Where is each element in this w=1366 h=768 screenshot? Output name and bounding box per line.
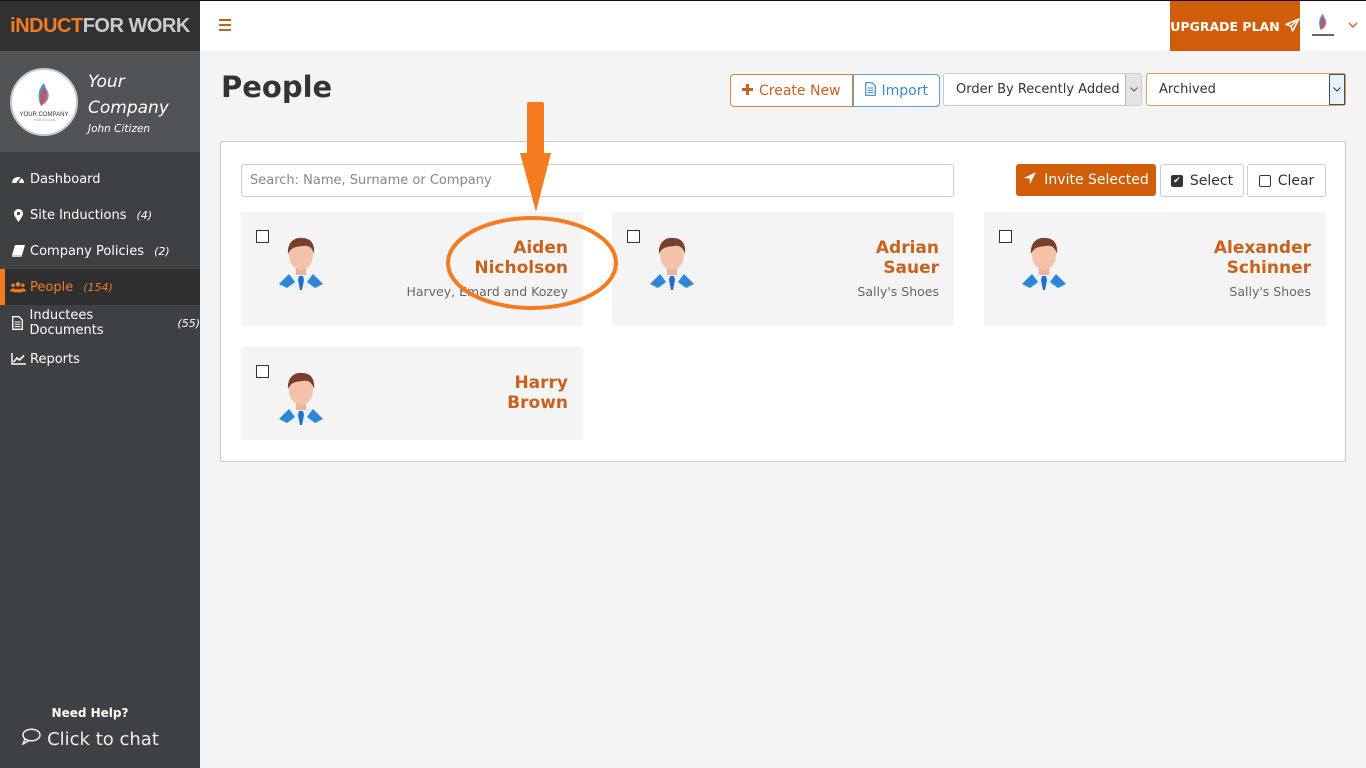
document-icon xyxy=(864,81,876,100)
import-button[interactable]: Import xyxy=(852,74,940,107)
person-checkbox[interactable] xyxy=(999,230,1012,243)
help-title: Need Help? xyxy=(51,706,129,720)
brand-part1: iNDUCT xyxy=(10,14,83,37)
person-card[interactable]: Aiden Nicholson Harvey, Emard and Kozey xyxy=(241,212,583,326)
people-panel: Invite Selected ✔ Select Clear Aiden Nic… xyxy=(220,141,1346,462)
person-last-name: Nicholson xyxy=(474,258,568,278)
person-name[interactable]: Alexander Schinner xyxy=(1111,238,1311,278)
chevron-down-icon xyxy=(1125,74,1141,105)
users-icon xyxy=(10,281,26,293)
chat-link[interactable]: Click to chat xyxy=(0,728,200,750)
person-card[interactable]: Harry Brown xyxy=(241,347,583,440)
sidebar-item-count: (154) xyxy=(83,280,113,294)
sidebar-item-label: Dashboard xyxy=(30,171,101,187)
person-checkbox[interactable] xyxy=(256,230,269,243)
person-avatar-icon xyxy=(646,234,698,290)
checked-checkbox-icon: ✔ xyxy=(1170,174,1183,187)
clear-selection-button[interactable]: Clear xyxy=(1247,164,1326,197)
map-marker-icon xyxy=(10,208,26,222)
person-name[interactable]: Adrian Sauer xyxy=(739,238,939,278)
person-checkbox[interactable] xyxy=(627,230,640,243)
select-all-button[interactable]: ✔ Select xyxy=(1160,164,1244,197)
invite-selected-label: Invite Selected xyxy=(1044,172,1149,188)
page-title: People xyxy=(221,70,333,104)
company-name-line1: Your xyxy=(88,71,125,92)
dashboard-icon xyxy=(10,173,26,185)
account-avatar[interactable] xyxy=(1310,13,1336,39)
sidebar-item-count: (55) xyxy=(177,316,200,330)
company-logo-mark-icon xyxy=(1319,13,1327,31)
create-new-button[interactable]: Create New xyxy=(730,74,853,107)
clear-label: Clear xyxy=(1277,172,1315,189)
sidebar-item-reports[interactable]: Reports xyxy=(0,341,200,377)
person-first-name: Adrian xyxy=(875,238,939,258)
account-chevron-down-icon[interactable] xyxy=(1348,18,1358,31)
person-first-name: Alexander xyxy=(1213,238,1311,258)
book-icon xyxy=(10,245,26,257)
person-last-name: Brown xyxy=(507,393,568,413)
topbar: UPGRADE PLAN xyxy=(200,0,1366,51)
sidebar: iNDUCTFOR WORK YOUR COMPANY YOUR SLOGAN … xyxy=(0,0,200,768)
sidebar-item-label: Company Policies xyxy=(30,243,145,259)
company-logo-slogan: YOUR SLOGAN xyxy=(33,117,55,122)
sidebar-item-site-inductions[interactable]: Site Inductions (4) xyxy=(0,197,200,233)
create-import-group: Create New Import xyxy=(730,74,940,107)
sidebar-item-company-policies[interactable]: Company Policies (2) xyxy=(0,233,200,269)
sidebar-item-dashboard[interactable]: Dashboard xyxy=(0,161,200,197)
person-first-name: Aiden xyxy=(513,238,568,258)
person-avatar-icon xyxy=(275,234,327,290)
sidebar-item-count: (4) xyxy=(136,208,153,222)
invite-selected-button[interactable]: Invite Selected xyxy=(1016,164,1156,196)
brand-part2: FOR WORK xyxy=(82,14,191,37)
person-checkbox[interactable] xyxy=(256,365,269,378)
order-by-value: Order By Recently Added xyxy=(956,82,1120,97)
status-filter-select[interactable]: Archived xyxy=(1146,73,1346,106)
chevron-down-icon xyxy=(1329,74,1345,105)
company-profile: YOUR COMPANY YOUR SLOGAN Your Company Jo… xyxy=(0,51,200,152)
upgrade-plan-button[interactable]: UPGRADE PLAN xyxy=(1170,1,1300,51)
status-filter-value: Archived xyxy=(1159,82,1216,97)
document-icon xyxy=(10,316,26,330)
sidebar-item-label: Site Inductions xyxy=(30,207,127,223)
company-logo: YOUR COMPANY YOUR SLOGAN xyxy=(10,67,78,136)
person-company: Sally's Shoes xyxy=(1229,284,1311,299)
sidebar-item-label: Inductees Documents xyxy=(29,308,104,338)
company-name-line2: Company xyxy=(88,97,169,118)
person-name[interactable]: Harry Brown xyxy=(368,373,568,413)
plus-icon xyxy=(742,83,753,99)
person-company: Harvey, Emard and Kozey xyxy=(406,284,568,299)
person-avatar-icon xyxy=(1018,234,1070,290)
menu-toggle-icon[interactable] xyxy=(219,19,231,31)
person-card[interactable]: Adrian Sauer Sally's Shoes xyxy=(612,212,954,326)
sidebar-nav: Dashboard Site Inductions (4) Company Po… xyxy=(0,161,200,377)
person-company: Sally's Shoes xyxy=(857,284,939,299)
select-label: Select xyxy=(1189,172,1234,189)
help-section: Need Help? Click to chat xyxy=(0,706,200,750)
chat-bubble-icon xyxy=(21,728,41,750)
person-last-name: Sauer xyxy=(883,258,939,278)
empty-checkbox-icon xyxy=(1258,174,1271,187)
sidebar-item-label: Reports xyxy=(30,351,80,367)
sidebar-item-count: (2) xyxy=(154,244,170,258)
person-avatar-icon xyxy=(275,369,327,425)
company-logo-mark-icon xyxy=(38,82,49,106)
import-label: Import xyxy=(881,82,928,99)
person-name[interactable]: Aiden Nicholson xyxy=(368,238,568,278)
search-input[interactable] xyxy=(241,164,954,197)
brand-logo[interactable]: iNDUCTFOR WORK xyxy=(0,0,200,51)
upgrade-plan-label: UPGRADE PLAN xyxy=(1170,18,1280,34)
sidebar-item-inductees-documents[interactable]: Inductees Documents (55) xyxy=(0,305,200,341)
user-name: John Citizen xyxy=(88,122,151,135)
chat-label: Click to chat xyxy=(47,728,159,750)
person-last-name: Schinner xyxy=(1226,258,1311,278)
person-first-name: Harry xyxy=(514,373,568,393)
order-by-select[interactable]: Order By Recently Added xyxy=(943,73,1142,106)
paper-plane-icon xyxy=(1284,17,1300,35)
person-card[interactable]: Alexander Schinner Sally's Shoes xyxy=(984,212,1326,326)
line-chart-icon xyxy=(10,353,26,365)
create-new-label: Create New xyxy=(759,82,841,99)
location-arrow-icon xyxy=(1023,171,1037,189)
sidebar-item-label: People xyxy=(30,279,74,295)
sidebar-item-people[interactable]: People (154) xyxy=(0,269,200,305)
